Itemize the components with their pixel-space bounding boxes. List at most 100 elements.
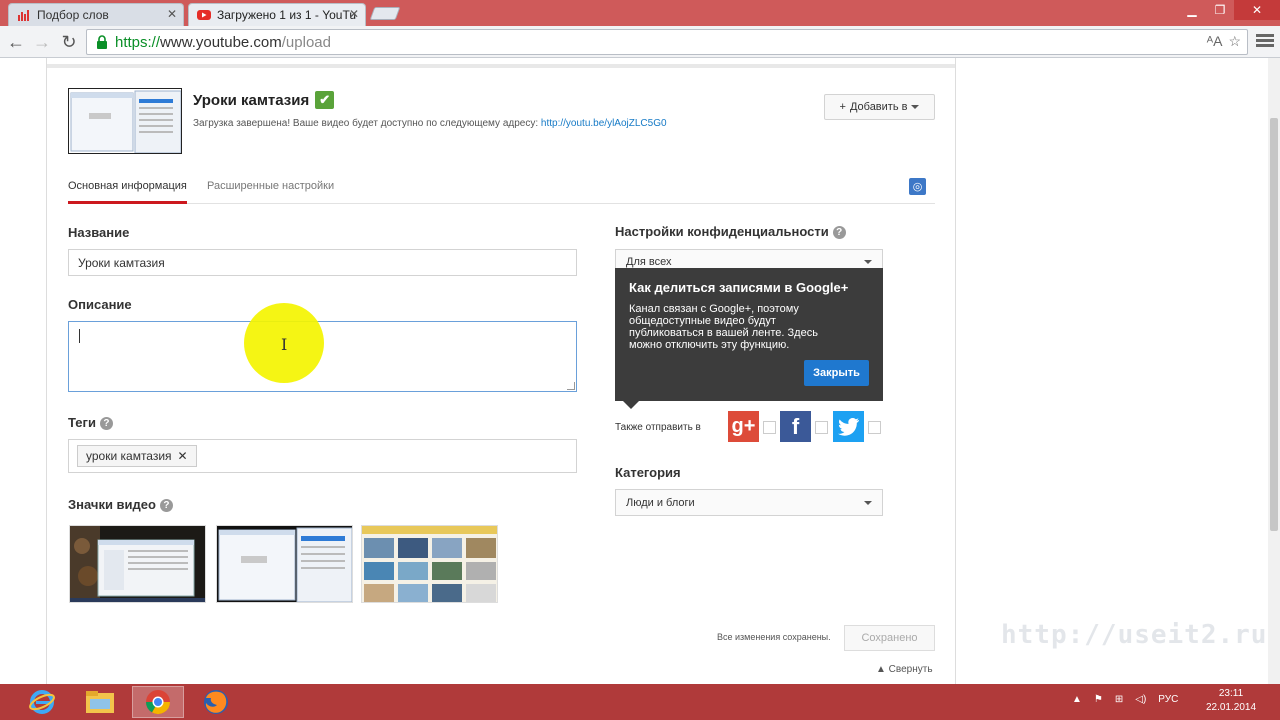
twitter-bird-shape [837,417,859,436]
saved-status: Все изменения сохранены. [717,632,831,642]
thumbnail-option-3[interactable] [361,525,498,603]
chevron-down-icon [911,105,920,109]
network-icon[interactable]: ⊞ [1115,694,1123,705]
volume-icon[interactable]: ◁) [1135,694,1146,705]
settings-tabs: Основная информация Расширенные настройк… [68,170,935,204]
add-to-label: Добавить в [849,101,908,113]
close-icon[interactable]: ✕ [167,7,177,21]
chrome-icon[interactable] [132,686,184,718]
close-icon[interactable]: ✕ [349,7,359,21]
reload-icon[interactable]: ↻ [57,30,81,54]
page-scrollbar[interactable] [1268,58,1280,684]
tags-label: Теги? [68,415,113,430]
file-explorer-icon[interactable] [74,686,126,718]
check-icon: ✔ [315,91,335,109]
video-preview-thumbnail[interactable] [68,88,182,154]
star-icon[interactable]: ☆ [1228,33,1241,50]
omnibox-actions: ᴬA ☆ [1207,33,1241,50]
firefox-logo [204,690,228,714]
browser-toolbar: ← → ↻ https://www.youtube.com/upload ᴬA … [0,26,1280,58]
minimize-icon[interactable]: ▁ [1178,0,1206,20]
saved-button[interactable]: Сохранено [844,625,935,651]
new-tab-button[interactable] [369,7,401,20]
resize-handle[interactable] [567,382,575,390]
firefox-icon[interactable] [190,686,242,718]
address-bar[interactable]: https://www.youtube.com/upload ᴬA ☆ [86,29,1248,55]
tag-chip-label: уроки камтазия [86,449,172,463]
translate-icon[interactable]: ᴬA [1207,33,1223,50]
share-label: Также отправить в [615,422,701,433]
video-title: Уроки камтазия ✔ [193,91,335,109]
facebook-checkbox[interactable] [815,421,828,434]
google-plus-icon[interactable]: g+ [728,411,759,442]
twitter-icon[interactable] [833,411,864,442]
browser-tab-label: Загружено 1 из 1 - YouTu [217,8,357,22]
remove-tag-icon[interactable]: ✕ [178,449,188,463]
tab-advanced-settings[interactable]: Расширенные настройки [207,180,334,192]
thumbnail-option-1[interactable] [69,525,206,603]
text-cursor-icon: I [281,335,288,354]
tags-label-text: Теги [68,415,96,430]
upload-status: Загрузка завершена! Ваше видео будет дос… [193,118,667,129]
restore-icon[interactable]: ❐ [1206,0,1234,20]
video-title-text: Уроки камтазия [193,91,310,109]
title-input[interactable]: Уроки камтазия [68,249,577,276]
thumbnails-label: Значки видео? [68,497,173,512]
internet-explorer-icon[interactable] [16,686,68,718]
privacy-label-text: Настройки конфиденциальности [615,224,829,239]
tab-basic-info[interactable]: Основная информация [68,180,187,204]
thumbnail-image [362,526,497,602]
browser-tab-label: Подбор слов [37,8,109,22]
upload-status-text: Загрузка завершена! Ваше видео будет дос… [193,118,539,129]
plus-icon: + [839,101,846,113]
screen: Подбор слов ✕ Загружено 1 из 1 - YouTu ✕… [0,0,1280,720]
globe-icon[interactable]: ◎ [909,178,926,195]
tray-expand-icon[interactable]: ▲ [1072,694,1082,705]
menu-icon[interactable] [1256,32,1274,50]
youtube-icon [197,10,211,20]
url-host: www.youtube.com [160,33,282,51]
google-plus-checkbox[interactable] [763,421,776,434]
browser-tab-podbor[interactable]: Подбор слов ✕ [8,3,184,26]
facebook-icon[interactable]: f [780,411,811,442]
tag-chip[interactable]: уроки камтазия ✕ [77,445,197,467]
help-icon[interactable]: ? [159,499,173,512]
video-link[interactable]: http://youtu.be/ylAojZLC5G0 [541,118,667,129]
text-caret [79,329,80,343]
tags-input[interactable]: уроки камтазия ✕ [68,439,577,473]
description-label: Описание [68,297,132,312]
chevron-down-icon [864,260,872,264]
help-icon[interactable]: ? [99,417,113,430]
screenshot-thumbnail-image [69,89,181,153]
title-label: Название [68,225,130,240]
url-path: /upload [281,33,331,51]
language-indicator[interactable]: РУС [1158,694,1178,705]
help-icon[interactable]: ? [832,226,846,239]
clock-date: 22.01.2014 [1205,702,1257,713]
browser-tab-youtube[interactable]: Загружено 1 из 1 - YouTu ✕ [188,3,366,26]
window-close-icon[interactable]: ✕ [1234,0,1280,20]
tooltip-close-button[interactable]: Закрыть [804,360,869,386]
thumbnails-label-text: Значки видео [68,497,156,512]
scrollbar-thumb[interactable] [1270,118,1278,531]
folder-shape [86,691,114,713]
thumbnail-image [217,526,352,602]
clock[interactable]: 23:11 22.01.2014 [1198,687,1264,715]
upload-panel: Уроки камтазия ✔ Загрузка завершена! Ваш… [46,58,956,688]
windows-taskbar: ▲ ⚑ ⊞ ◁) РУС 23:11 22.01.2014 [0,684,1280,720]
tooltip-title: Как делиться записями в Google+ [629,280,849,295]
forward-arrow-icon[interactable]: → [30,30,54,54]
system-tray: ▲ ⚑ ⊞ ◁) РУС [1072,694,1178,705]
collapse-link[interactable]: ▲ Свернуть [876,664,933,675]
add-to-button[interactable]: + Добавить в [824,94,935,120]
chevron-down-icon [864,500,872,505]
bar-chart-icon [18,10,29,21]
back-arrow-icon[interactable]: ← [4,30,28,54]
twitter-checkbox[interactable] [868,421,881,434]
flag-icon[interactable]: ⚑ [1094,694,1103,705]
chrome-logo [146,690,170,715]
thumbnail-option-2[interactable] [216,525,353,603]
title-input-value: Уроки камтазия [78,255,165,270]
category-select[interactable]: Люди и блоги [615,489,883,516]
category-select-value: Люди и блоги [626,496,695,509]
